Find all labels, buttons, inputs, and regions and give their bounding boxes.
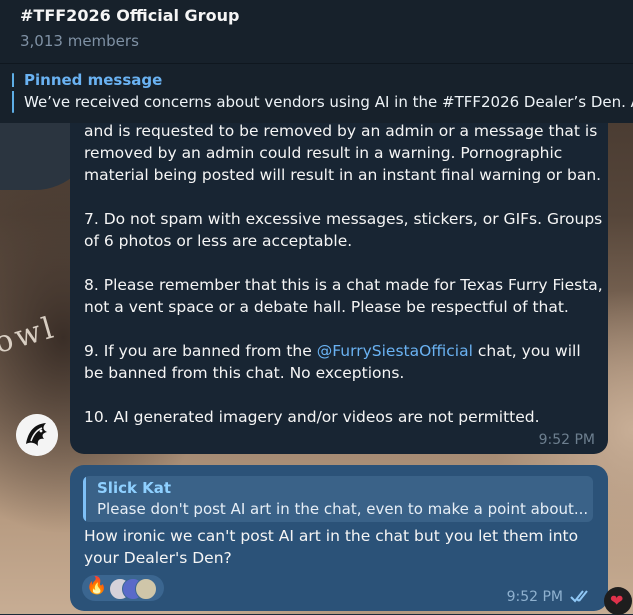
heart-reaction-badge[interactable]: ❤ (604, 587, 632, 615)
pinned-label: Pinned message (24, 71, 163, 89)
message-paragraph: 7. Do not spam with excessive messages, … (84, 210, 603, 250)
message-time: 9:52 PM (538, 432, 595, 448)
chat-title[interactable]: #TFF2026 Official Group (20, 6, 239, 25)
heart-icon: ❤ (610, 591, 624, 610)
mention-link[interactable]: @FurrySiestaOfficial (317, 342, 473, 360)
reply-quote[interactable]: Slick Kat Please don't post AI art in th… (83, 476, 593, 522)
reply-author: Slick Kat (97, 479, 172, 497)
text-span: 9. If you are banned from the (84, 342, 317, 360)
message-time: 9:52 PM (506, 589, 563, 605)
incoming-message[interactable]: and is requested to be removed by an adm… (70, 110, 608, 454)
dragon-logo-icon (16, 414, 58, 456)
message-paragraph: 8. Please remember that this is a chat m… (84, 276, 603, 316)
reactor-avatar (135, 578, 157, 600)
reply-snippet: Please don't post AI art in the chat, ev… (97, 500, 589, 518)
fire-emoji-icon: 🔥 (86, 576, 108, 596)
chat-header[interactable]: #TFF2026 Official Group 3,013 members (0, 0, 633, 63)
wallpaper-text: owl (0, 310, 60, 361)
pinned-text: We’ve received concerns about vendors us… (24, 93, 633, 111)
read-checkmarks-icon (570, 590, 588, 603)
message-paragraph: 9. If you are banned from the @FurrySies… (84, 340, 604, 384)
message-paragraph: 10. AI generated imagery and/or videos a… (84, 408, 540, 426)
message-paragraph: and is requested to be removed by an adm… (84, 122, 602, 184)
pinned-message-bar[interactable]: Pinned message We’ve received concerns a… (0, 63, 633, 123)
reactions-bar[interactable]: 🔥 (82, 575, 164, 601)
member-count: 3,013 members (20, 32, 139, 50)
message-text: and is requested to be removed by an adm… (84, 120, 604, 428)
pinned-indicator (12, 73, 14, 113)
message-text: How ironic we can't post AI art in the c… (84, 527, 579, 567)
outgoing-message[interactable]: Slick Kat Please don't post AI art in th… (70, 465, 608, 611)
sender-avatar[interactable] (16, 414, 58, 456)
